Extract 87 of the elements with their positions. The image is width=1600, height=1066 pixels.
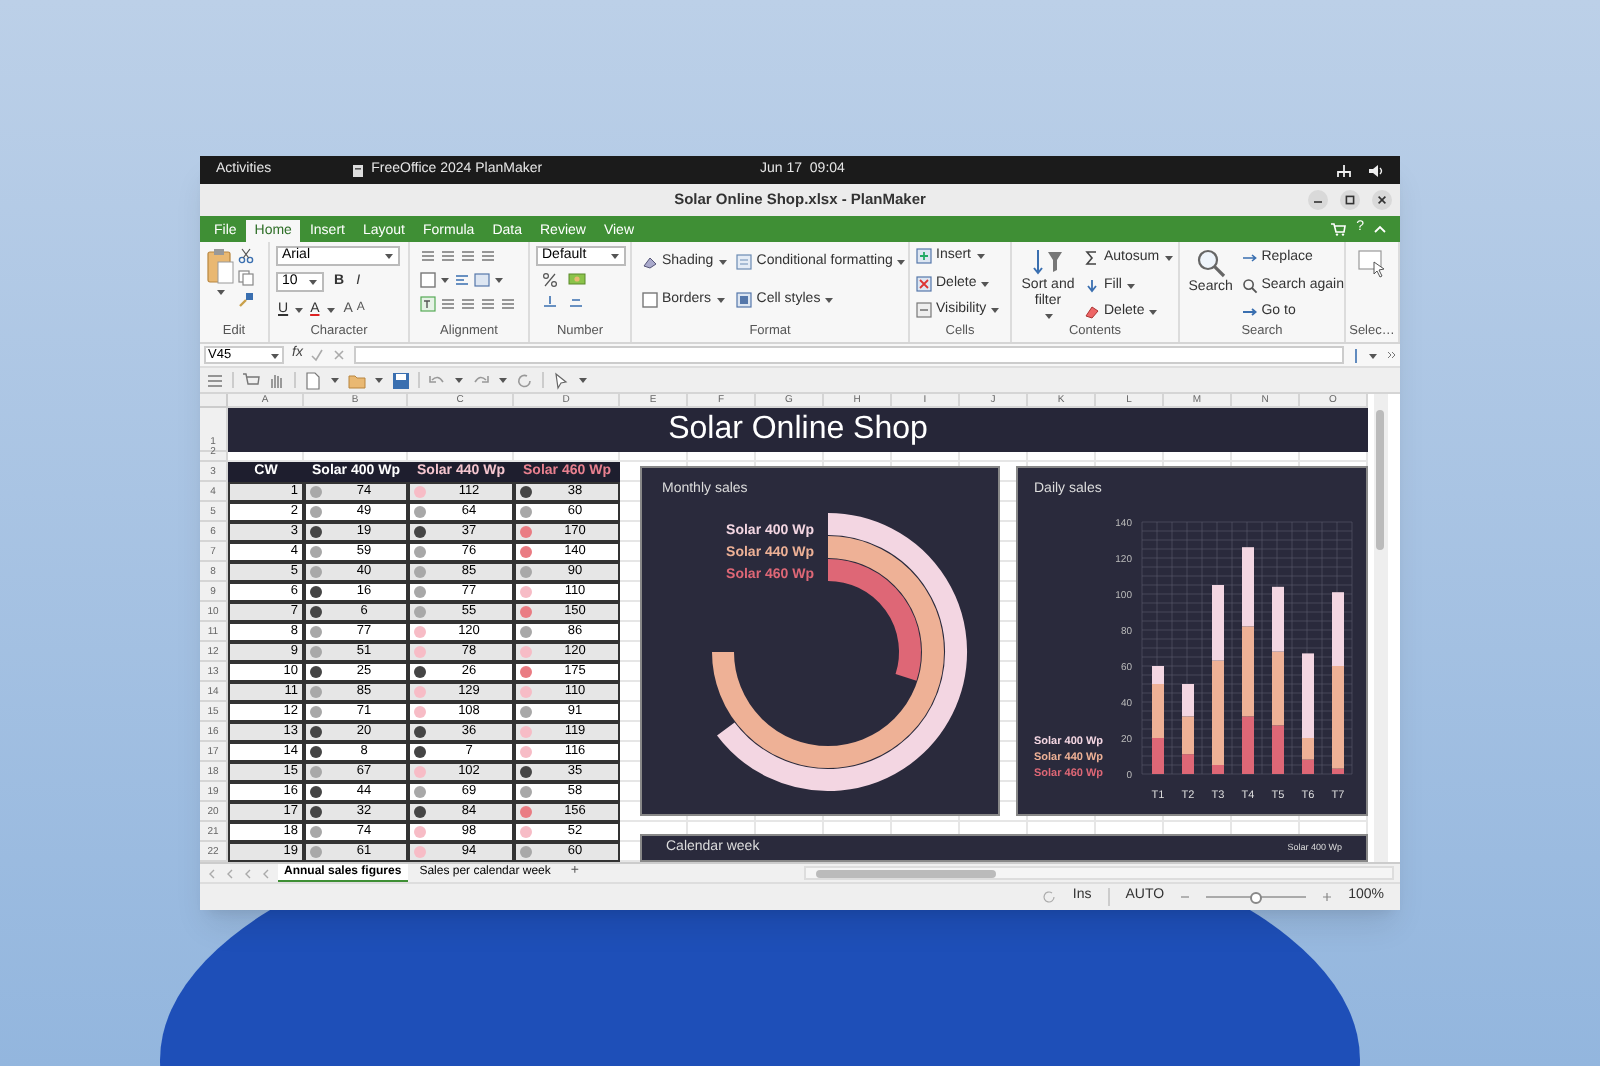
align-icon[interactable] <box>480 296 496 312</box>
speaker-icon[interactable] <box>1368 163 1384 177</box>
align-icon[interactable] <box>500 296 516 312</box>
caret-icon[interactable] <box>325 305 336 314</box>
caret-icon <box>610 252 620 260</box>
caret-icon <box>975 252 986 261</box>
caret-icon[interactable] <box>494 276 504 284</box>
save-icon[interactable] <box>392 371 410 389</box>
text-cursor-icon <box>1352 347 1360 363</box>
caret-icon[interactable] <box>440 276 450 284</box>
visibility-icon <box>916 302 932 319</box>
align-icon[interactable] <box>440 248 456 264</box>
cart-icon[interactable] <box>1330 222 1347 236</box>
fill-down-icon <box>1084 277 1100 294</box>
text-box-icon[interactable] <box>420 296 436 312</box>
menu-icon[interactable] <box>206 371 224 389</box>
sync-icon <box>1042 890 1057 904</box>
border-icon <box>642 291 658 308</box>
delete-cells-icon <box>916 275 932 292</box>
caret-icon <box>990 306 1001 315</box>
network-icon[interactable] <box>1336 163 1352 177</box>
caret-icon[interactable] <box>1368 351 1378 359</box>
decrease-decimals-icon[interactable] <box>568 294 584 310</box>
caret-icon[interactable] <box>454 376 464 384</box>
zoom-out-icon[interactable] <box>1180 892 1191 902</box>
confirm-icon[interactable] <box>310 348 325 362</box>
caret-icon <box>715 295 726 304</box>
redo-icon[interactable] <box>472 371 490 389</box>
maximize-icon[interactable] <box>1340 190 1360 210</box>
wrap-icon[interactable] <box>454 272 470 288</box>
shading-icon <box>642 254 658 271</box>
caret-icon[interactable] <box>215 288 225 296</box>
caret-icon <box>717 258 728 267</box>
caret-icon <box>1125 281 1136 290</box>
slider-thumb[interactable] <box>1250 891 1263 903</box>
conditional-format-icon <box>736 254 753 271</box>
caret-icon[interactable] <box>498 376 508 384</box>
cancel-icon[interactable] <box>332 348 347 362</box>
minimize-icon[interactable] <box>1308 190 1328 210</box>
undo-icon[interactable] <box>428 371 446 389</box>
collapse-icon[interactable] <box>1374 224 1386 234</box>
replace-icon <box>1241 250 1258 267</box>
insert-cells-icon <box>916 248 932 265</box>
currency-icon[interactable] <box>568 272 586 288</box>
selection-icon[interactable] <box>1358 250 1386 278</box>
scissors-icon[interactable] <box>238 248 254 264</box>
caret-icon <box>308 278 318 287</box>
caret-icon <box>980 279 991 288</box>
eraser-icon <box>1084 304 1100 321</box>
caret-icon <box>1148 308 1159 317</box>
search-icon <box>1241 277 1258 294</box>
align-icon[interactable] <box>440 296 456 312</box>
increase-decimals-icon[interactable] <box>542 294 558 310</box>
sort-icon <box>1032 248 1064 276</box>
horizontal-scrollbar[interactable] <box>804 866 1394 880</box>
cart-icon[interactable] <box>242 371 260 389</box>
refresh-icon[interactable] <box>516 371 534 389</box>
brush-icon[interactable] <box>238 292 254 308</box>
align-icon[interactable] <box>460 296 476 312</box>
caret-icon <box>896 258 907 267</box>
pointer-icon[interactable] <box>552 371 570 389</box>
search-icon <box>1195 248 1226 278</box>
arrow-right-icon <box>1241 304 1258 321</box>
align-icon[interactable] <box>480 248 496 264</box>
overflow-icon[interactable] <box>1386 350 1396 360</box>
app-icon <box>351 163 364 177</box>
zoom-in-icon[interactable] <box>1322 892 1333 902</box>
percent-icon[interactable] <box>542 272 558 288</box>
close-icon[interactable] <box>1372 190 1392 210</box>
vertical-scrollbar[interactable] <box>1374 394 1388 862</box>
caret-icon[interactable] <box>578 376 588 384</box>
caret-icon[interactable] <box>294 305 305 314</box>
copy-icon[interactable] <box>238 270 254 286</box>
caret-icon[interactable] <box>374 376 384 384</box>
cell-styles-icon <box>736 291 753 308</box>
caret-icon <box>1163 254 1174 263</box>
caret-icon <box>824 295 835 304</box>
zoom-slider[interactable] <box>1206 891 1307 903</box>
caret-icon <box>270 351 280 359</box>
formula-input-field[interactable] <box>354 346 1344 364</box>
align-icon[interactable] <box>460 248 476 264</box>
caret-icon <box>384 252 394 260</box>
align-icon[interactable] <box>420 248 436 264</box>
sum-icon <box>1084 250 1100 267</box>
caret-icon <box>1043 312 1053 320</box>
caret-icon[interactable] <box>330 376 340 384</box>
sheet-title: Solar Online Shop <box>668 414 928 446</box>
